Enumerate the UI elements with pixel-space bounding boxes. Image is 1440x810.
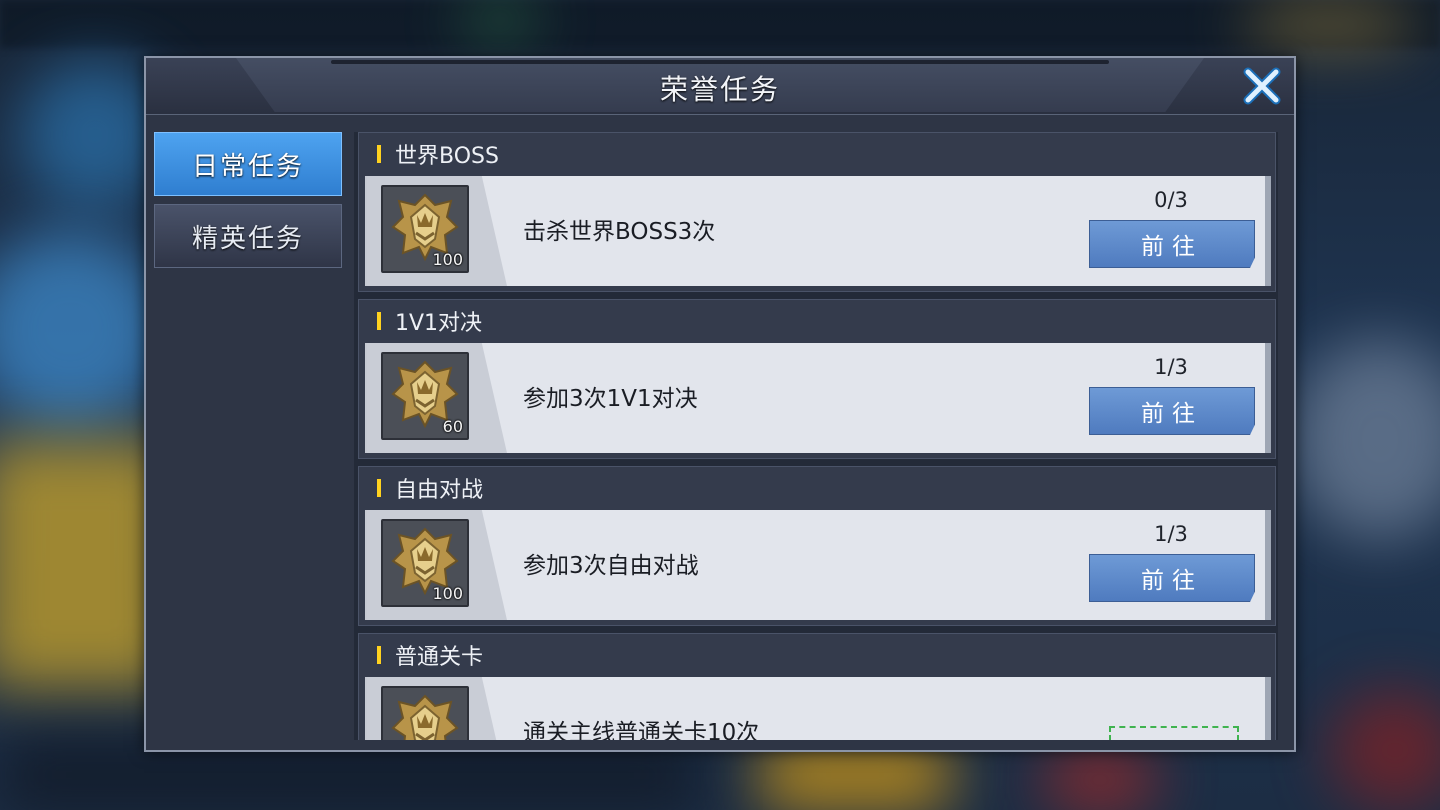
task-description: 参加3次1V1对决 xyxy=(523,386,698,412)
reward-item[interactable]: 60 xyxy=(381,352,469,440)
close-icon xyxy=(1243,67,1281,105)
reward-quantity: 60 xyxy=(442,417,463,436)
reward-item[interactable]: 100 xyxy=(381,519,469,607)
task-card: 通关主线普通关卡10次 xyxy=(365,677,1271,740)
category-marker xyxy=(377,646,381,664)
task-description: 参加3次自由对战 xyxy=(523,553,699,579)
task-category: 普通关卡 xyxy=(395,645,484,670)
tab-daily-tasks[interactable]: 日常任务 xyxy=(154,132,342,196)
close-button[interactable] xyxy=(1240,64,1284,108)
honor-medal-icon xyxy=(391,694,459,740)
dialog-titlebar: 荣誉任务 xyxy=(146,58,1294,115)
reward-item[interactable] xyxy=(381,686,469,740)
task-card: 60 参加3次1V1对决 1/3 前往 xyxy=(365,343,1271,453)
reward-quantity: 100 xyxy=(432,250,463,269)
task-progress: 0/3 xyxy=(1154,188,1188,212)
reward-quantity: 100 xyxy=(432,584,463,603)
reward-item[interactable]: 100 xyxy=(381,185,469,273)
category-marker xyxy=(377,312,381,330)
task-card: 100 击杀世界BOSS3次 0/3 前往 xyxy=(365,176,1271,286)
dialog-title: 荣誉任务 xyxy=(659,73,780,106)
task-progress: 1/3 xyxy=(1154,355,1188,379)
task-category: 1V1对决 xyxy=(395,311,483,336)
task-description: 击杀世界BOSS3次 xyxy=(523,219,716,245)
task-row: 自由对战 100 参加3次自由对战 1/3 前往 xyxy=(358,466,1276,626)
claim-frame[interactable] xyxy=(1109,726,1239,740)
honor-task-dialog: 荣誉任务 日常任务 精英任务 世界BOSS 100 击杀世界BOSS3次 0/3… xyxy=(144,56,1296,752)
category-marker xyxy=(377,479,381,497)
go-button[interactable]: 前往 xyxy=(1089,554,1255,602)
category-marker xyxy=(377,145,381,163)
task-list[interactable]: 世界BOSS 100 击杀世界BOSS3次 0/3 前往 1V1对决 60 参加… xyxy=(354,132,1278,740)
go-button[interactable]: 前往 xyxy=(1089,387,1255,435)
task-card: 100 参加3次自由对战 1/3 前往 xyxy=(365,510,1271,620)
go-button[interactable]: 前往 xyxy=(1089,220,1255,268)
task-row: 世界BOSS 100 击杀世界BOSS3次 0/3 前往 xyxy=(358,132,1276,292)
task-row: 1V1对决 60 参加3次1V1对决 1/3 前往 xyxy=(358,299,1276,459)
task-tabs: 日常任务 精英任务 xyxy=(154,132,342,276)
task-category: 自由对战 xyxy=(395,478,484,503)
tab-elite-tasks[interactable]: 精英任务 xyxy=(154,204,342,268)
task-category: 世界BOSS xyxy=(395,144,499,169)
task-progress: 1/3 xyxy=(1154,522,1188,546)
task-description: 通关主线普通关卡10次 xyxy=(523,720,760,740)
task-row: 普通关卡 通关主线普通关卡10次 xyxy=(358,633,1276,740)
